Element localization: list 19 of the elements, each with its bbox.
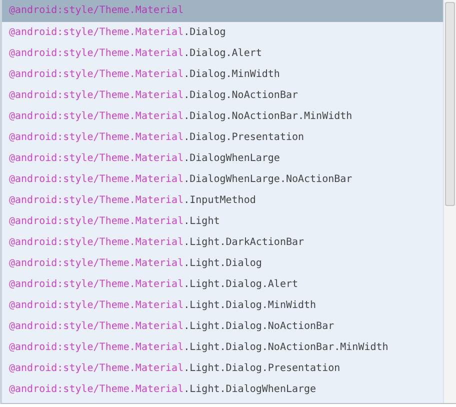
scrollbar-thumb[interactable] bbox=[445, 2, 455, 206]
completion-item[interactable]: @android:style/Theme.Material.Dialog bbox=[2, 22, 443, 43]
completion-item[interactable]: @android:style/Theme.Material.Dialog.NoActionBar bbox=[2, 85, 443, 106]
completion-item[interactable]: @android:style/Theme.Material.Dialog.Presentation bbox=[2, 127, 443, 148]
completion-item[interactable]: @android:style/Theme.Material.Light.Dialog.Alert bbox=[2, 274, 443, 295]
completion-item[interactable]: @android:style/Theme.Material.Light.Dialog.Presentation bbox=[2, 358, 443, 379]
completion-item[interactable]: @android:style/Theme.Material.Light.DarkActionBar bbox=[2, 232, 443, 253]
completion-item[interactable]: @android:style/Theme.Material.Light.DialogWhenLarge bbox=[2, 379, 443, 400]
completion-item[interactable]: @android:style/Theme.Material.InputMethod bbox=[2, 190, 443, 211]
completion-item[interactable]: @android:style/Theme.Material.Light.Dialog bbox=[2, 253, 443, 274]
completion-item[interactable]: @android:style/Theme.Material.Light.Dialog.NoActionBar bbox=[2, 316, 443, 337]
completion-item[interactable]: @android:style/Theme.Material.Light.Dialog.NoActionBar.MinWidth bbox=[2, 337, 443, 358]
completion-item[interactable]: @android:style/Theme.Material.DialogWhenLarge.NoActionBar bbox=[2, 169, 443, 190]
completion-item[interactable]: @android:style/Theme.Material.Light bbox=[2, 211, 443, 232]
completion-item[interactable]: @android:style/Theme.Material.Dialog.Alert bbox=[2, 43, 443, 64]
completion-item[interactable]: @android:style/Theme.Material.Dialog.MinWidth bbox=[2, 64, 443, 85]
completion-item[interactable]: @android:style/Theme.Material.Light.Dialog.MinWidth bbox=[2, 295, 443, 316]
completion-item[interactable]: @android:style/Theme.Material.DialogWhenLarge bbox=[2, 148, 443, 169]
completion-item[interactable]: @android:style/Theme.Material.Dialog.NoActionBar.MinWidth bbox=[2, 106, 443, 127]
